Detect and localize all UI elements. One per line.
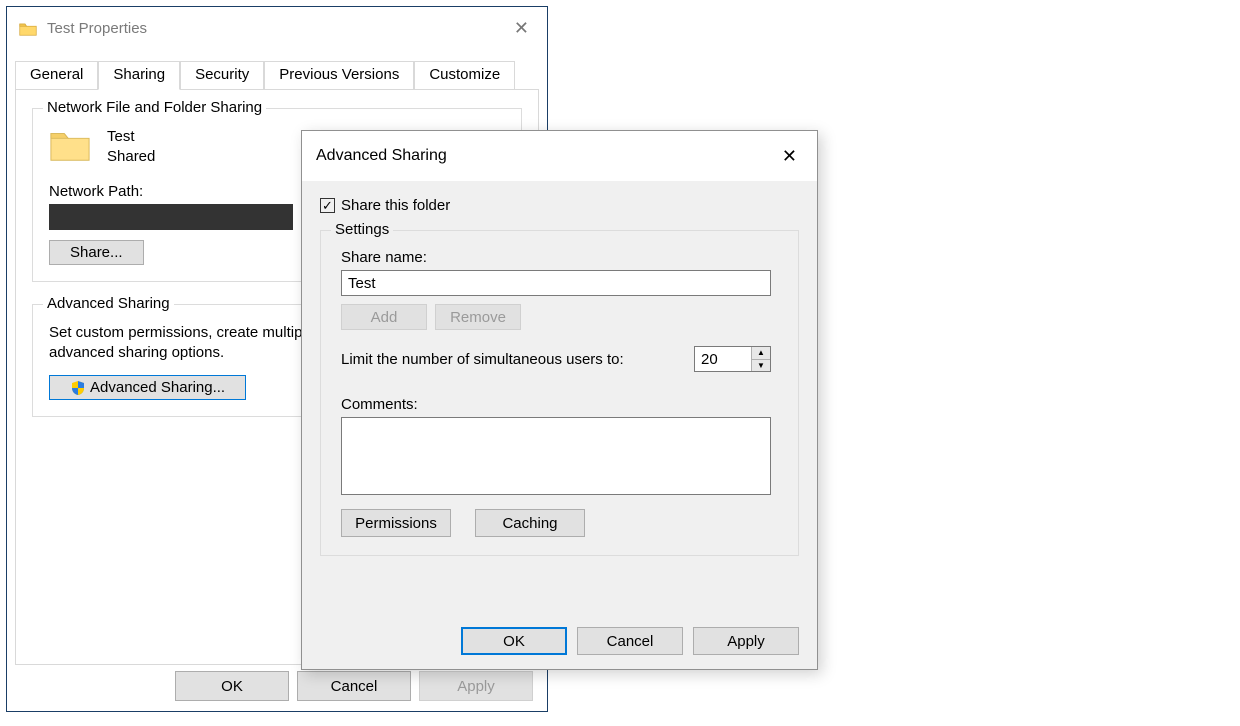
remove-button[interactable]: Remove: [435, 304, 521, 330]
limit-users-label: Limit the number of simultaneous users t…: [341, 351, 624, 368]
tab-previous[interactable]: Previous Versions: [264, 61, 414, 89]
properties-ok-button[interactable]: OK: [175, 671, 289, 701]
share-this-folder-checkbox[interactable]: ✓ Share this folder: [320, 197, 799, 214]
limit-users-value[interactable]: 20: [695, 347, 751, 371]
spinner-up-icon[interactable]: ▲: [752, 347, 770, 360]
limit-users-spinner[interactable]: 20 ▲ ▼: [694, 346, 771, 372]
adv-dialog-buttons: OK Cancel Apply: [302, 627, 817, 655]
tab-strip: General Sharing Security Previous Versio…: [7, 49, 547, 89]
tab-security[interactable]: Security: [180, 61, 264, 89]
checkbox-checked-icon: ✓: [320, 198, 335, 213]
tab-customize[interactable]: Customize: [414, 61, 515, 89]
properties-cancel-button[interactable]: Cancel: [297, 671, 411, 701]
advanced-sharing-dialog: Advanced Sharing ✕ ✓ Share this folder S…: [301, 130, 818, 670]
folder-large-icon: [49, 127, 91, 163]
properties-close-icon[interactable]: ✕: [508, 18, 535, 39]
properties-titlebar: Test Properties ✕: [7, 7, 547, 49]
comments-label: Comments:: [341, 396, 778, 413]
share-folder-status: Shared: [107, 147, 155, 167]
adv-dialog-title: Advanced Sharing: [316, 147, 776, 165]
advanced-sharing-legend: Advanced Sharing: [43, 295, 174, 312]
share-folder-name: Test: [107, 127, 155, 147]
permissions-button[interactable]: Permissions: [341, 509, 451, 537]
tab-general[interactable]: General: [15, 61, 98, 89]
share-name-value: Test: [348, 275, 376, 292]
adv-dialog-close-icon[interactable]: ✕: [776, 146, 803, 167]
advanced-sharing-button[interactable]: Advanced Sharing...: [49, 375, 246, 400]
add-button[interactable]: Add: [341, 304, 427, 330]
shield-icon: [70, 380, 86, 396]
caching-button[interactable]: Caching: [475, 509, 585, 537]
share-name-input[interactable]: Test: [341, 270, 771, 296]
adv-dialog-titlebar: Advanced Sharing ✕: [302, 131, 817, 181]
adv-cancel-button[interactable]: Cancel: [577, 627, 683, 655]
properties-buttons: OK Cancel Apply: [7, 671, 547, 701]
folder-icon: [19, 21, 37, 36]
comments-textarea[interactable]: [341, 417, 771, 495]
network-path-field[interactable]: [49, 204, 293, 230]
spinner-down-icon[interactable]: ▼: [752, 360, 770, 372]
tab-sharing[interactable]: Sharing: [98, 61, 180, 90]
share-name-label: Share name:: [341, 249, 778, 266]
settings-group: Settings Share name: Test Add Remove Lim…: [320, 230, 799, 556]
settings-legend: Settings: [331, 221, 393, 238]
adv-ok-button[interactable]: OK: [461, 627, 567, 655]
properties-apply-button[interactable]: Apply: [419, 671, 533, 701]
share-button[interactable]: Share...: [49, 240, 144, 265]
advanced-sharing-button-label: Advanced Sharing...: [90, 379, 225, 396]
properties-title: Test Properties: [47, 20, 508, 37]
network-sharing-legend: Network File and Folder Sharing: [43, 99, 266, 116]
adv-apply-button[interactable]: Apply: [693, 627, 799, 655]
share-this-folder-label: Share this folder: [341, 197, 450, 214]
